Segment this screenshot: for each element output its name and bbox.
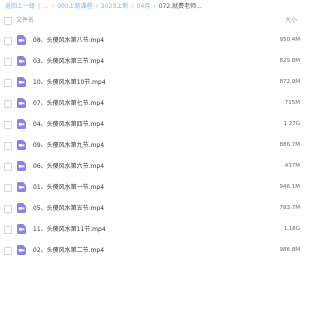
file-name[interactable]: 04、头傻风水第四节.mp4 [33, 114, 104, 135]
file-name[interactable]: 05、头傻风水第五节.mp4 [33, 198, 104, 219]
video-file-icon [17, 161, 26, 171]
file-name[interactable]: 11、头傻风水第11节.mp4 [33, 219, 106, 240]
table-row[interactable]: 09、头傻风水第九节.mp4 886.7M [0, 135, 310, 156]
table-row[interactable]: 08、头傻风水第八节.mp4 950.4M [0, 30, 310, 51]
table-row[interactable]: 02、头傻风水第二节.mp4 986.8M [0, 240, 310, 261]
video-file-icon [17, 140, 26, 150]
column-header-size[interactable]: 大小 [285, 14, 297, 27]
breadcrumb-ellipsis[interactable]: ... [43, 3, 49, 10]
file-size: 715M [284, 100, 300, 106]
table-header: 文件名 大小 [0, 14, 310, 28]
column-header-name[interactable]: 文件名 [16, 14, 34, 27]
table-row[interactable]: 06、头傻风水第六节.mp4 437M [0, 156, 310, 177]
file-list: 08、头傻风水第八节.mp4 950.4M 03、头傻风水第三节.mp4 829.8M… [0, 30, 310, 261]
video-file-icon [17, 98, 26, 108]
file-size: 872.9M [279, 79, 301, 85]
file-size: 886.7M [279, 142, 301, 148]
row-checkbox[interactable] [4, 163, 12, 171]
row-checkbox[interactable] [4, 121, 12, 129]
row-checkbox[interactable] [4, 142, 12, 150]
table-row[interactable]: 10、头傻风水第10节.mp4 872.9M [0, 72, 310, 93]
breadcrumb-item-april[interactable]: 04月 [137, 3, 151, 10]
video-file-icon [17, 182, 26, 192]
file-size: 1.18G [283, 226, 300, 232]
video-file-icon [17, 35, 26, 45]
breadcrumb-separator: › [131, 3, 134, 10]
file-browser: 返回上一级 |... › 000上新课程 › 2023上新 › 04月 › 072.就费老师...… [0, 0, 310, 312]
file-name[interactable]: 09、头傻风水第九节.mp4 [33, 135, 104, 156]
row-checkbox[interactable] [4, 205, 12, 213]
breadcrumb: 返回上一级 |... › 000上新课程 › 2023上新 › 04月 › 072.就费老师... [5, 1, 305, 13]
breadcrumb-item-courses[interactable]: 000上新课程 [57, 3, 92, 10]
file-size: 986.8M [279, 247, 301, 253]
file-size: 783.7M [279, 205, 301, 211]
file-name[interactable]: 01、头傻风水第一节.mp4 [33, 177, 104, 198]
file-size: 437M [284, 163, 300, 169]
video-file-icon [17, 56, 26, 66]
table-row[interactable]: 11、头傻风水第11节.mp4 1.18G [0, 219, 310, 240]
file-size: 1.27G [283, 121, 300, 127]
file-name[interactable]: 08、头傻风水第八节.mp4 [33, 30, 104, 51]
file-name[interactable]: 06、头傻风水第六节.mp4 [33, 156, 104, 177]
select-all-checkbox[interactable] [4, 17, 12, 25]
video-file-icon [17, 245, 26, 255]
row-checkbox[interactable] [4, 184, 12, 192]
file-name[interactable]: 07、头傻风水第七节.mp4 [33, 93, 104, 114]
breadcrumb-separator: › [51, 3, 55, 10]
table-row[interactable]: 03、头傻风水第三节.mp4 829.8M [0, 51, 310, 72]
table-row[interactable]: 01、头傻风水第一节.mp4 946.1M [0, 177, 310, 198]
breadcrumb-item-2023[interactable]: 2023上新 [101, 3, 128, 10]
table-row[interactable]: 04、头傻风水第四节.mp4 1.27G [0, 114, 310, 135]
video-file-icon [17, 119, 26, 129]
video-file-icon [17, 224, 26, 234]
row-checkbox[interactable] [4, 58, 12, 66]
table-row[interactable]: 05、头傻风水第五节.mp4 783.7M [0, 198, 310, 219]
file-size: 946.1M [279, 184, 301, 190]
file-name[interactable]: 02、头傻风水第二节.mp4 [33, 240, 104, 261]
file-name[interactable]: 10、头傻风水第10节.mp4 [33, 72, 106, 93]
row-checkbox[interactable] [4, 100, 12, 108]
row-checkbox[interactable] [4, 247, 12, 255]
breadcrumb-separator: | [38, 3, 41, 10]
breadcrumb-separator: › [153, 3, 156, 10]
file-size: 829.8M [279, 58, 301, 64]
row-checkbox[interactable] [4, 37, 12, 45]
breadcrumb-current-folder: 072.就费老师... [158, 3, 202, 10]
file-size: 950.4M [279, 37, 301, 43]
file-name[interactable]: 03、头傻风水第三节.mp4 [33, 51, 104, 72]
table-row[interactable]: 07、头傻风水第七节.mp4 715M [0, 93, 310, 114]
video-file-icon [17, 203, 26, 213]
row-checkbox[interactable] [4, 79, 12, 87]
breadcrumb-separator: › [95, 3, 99, 10]
row-checkbox[interactable] [4, 226, 12, 234]
video-file-icon [17, 77, 26, 87]
breadcrumb-back[interactable]: 返回上一级 [5, 3, 35, 10]
